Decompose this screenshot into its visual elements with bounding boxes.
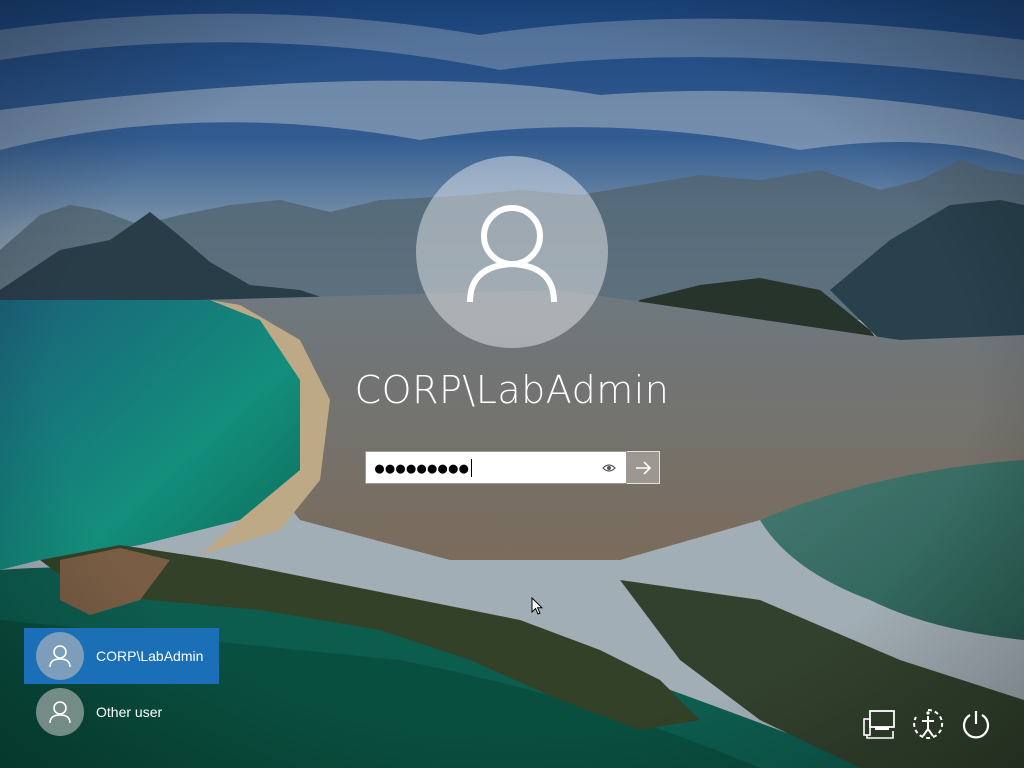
network-icon [863,710,895,739]
user-item-label: Other user [96,704,163,720]
user-switch-list: CORP\LabAdmin Other user [24,628,219,740]
password-field[interactable]: ●●●●●●●●● [365,451,627,484]
power-icon [962,711,990,739]
network-button[interactable] [860,704,900,744]
user-icon [49,645,71,668]
ease-of-access-icon [913,708,944,739]
password-row: ●●●●●●●●● [365,451,660,484]
user-icon [467,205,557,303]
account-name: CORP\LabAdmin [354,368,670,412]
mouse-cursor-icon [531,597,543,615]
text-caret [470,458,472,477]
user-item-corp-labadmin[interactable]: CORP\LabAdmin [24,628,219,684]
ease-of-access-button[interactable] [908,704,948,744]
user-item-other-user[interactable]: Other user [24,684,219,740]
power-button[interactable] [956,704,996,744]
account-avatar [416,156,608,348]
user-avatar [36,632,84,680]
user-item-label: CORP\LabAdmin [96,648,204,664]
arrow-right-icon [636,460,651,475]
system-icons [860,704,996,744]
eye-icon[interactable] [602,461,616,475]
password-mask: ●●●●●●●●● [375,458,470,477]
user-icon [49,701,71,724]
submit-button[interactable] [627,451,660,484]
user-avatar [36,688,84,736]
